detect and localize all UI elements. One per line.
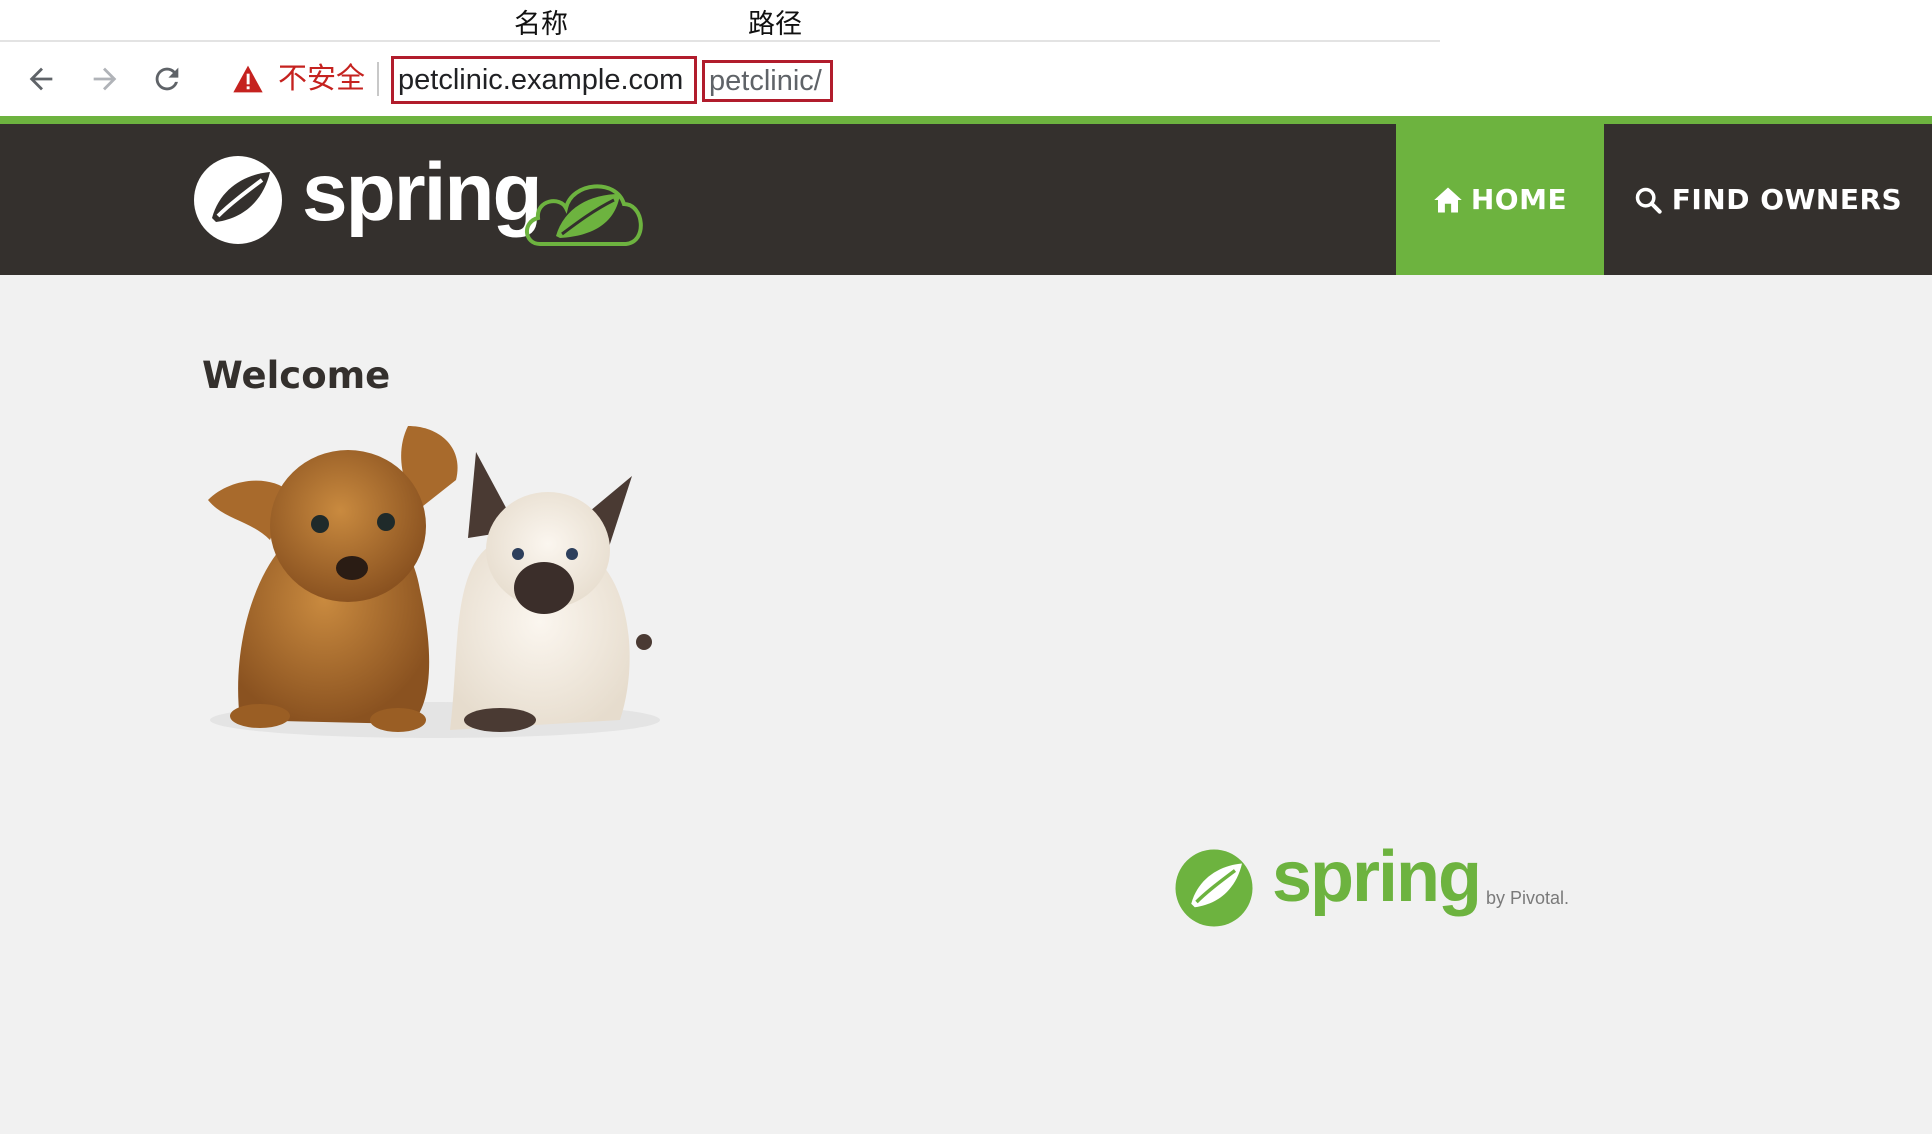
pets-image — [208, 426, 660, 738]
spring-leaf-icon — [194, 156, 282, 244]
home-icon — [1434, 187, 1462, 212]
brand-wordmark: spring — [302, 147, 543, 238]
omnibox-separator — [377, 62, 379, 96]
annotation-strip: 名称 路径 — [0, 0, 1932, 42]
nav-find-owners-tab[interactable]: FIND OWNERS — [1604, 124, 1932, 275]
nav-home-label: HOME — [1470, 183, 1568, 216]
petclinic-navbar: spring HOME FIND OWNERS — [0, 124, 1932, 275]
page-title: Welcome — [202, 354, 391, 397]
forward-button[interactable] — [84, 58, 126, 100]
back-button[interactable] — [20, 58, 62, 100]
annotation-name-label: 名称 — [514, 9, 568, 40]
spring-leaf-icon — [1175, 849, 1253, 927]
screenshot-root: 名称 路径 不安全 petclinic.example.com petclini… — [0, 0, 1932, 1134]
security-status-label[interactable]: 不安全 — [278, 58, 365, 98]
annotation-path-label: 路径 — [748, 9, 802, 40]
spring-petclinic-logo[interactable]: spring — [190, 146, 660, 256]
cloud-leaf-icon — [525, 184, 643, 246]
warning-triangle-icon[interactable] — [232, 64, 264, 94]
nav-find-owners-label: FIND OWNERS — [1671, 183, 1903, 216]
footer-byline: by Pivotal. — [1486, 888, 1570, 908]
url-host-highlight[interactable]: petclinic.example.com — [391, 56, 697, 104]
url-path-highlight[interactable]: petclinic/ — [702, 60, 833, 102]
spring-by-pivotal-logo: spring by Pivotal. — [1172, 837, 1572, 940]
back-arrow-icon — [29, 67, 53, 91]
navbar-accent-stripe — [0, 116, 1932, 124]
browser-toolbar: 不安全 petclinic.example.com petclinic/ — [0, 42, 1932, 116]
reload-icon — [155, 67, 179, 91]
nav-home-tab[interactable]: HOME — [1396, 124, 1604, 275]
reload-button[interactable] — [146, 58, 188, 100]
search-icon — [1635, 187, 1662, 214]
forward-arrow-icon — [93, 67, 117, 91]
footer-wordmark: spring — [1272, 837, 1482, 917]
